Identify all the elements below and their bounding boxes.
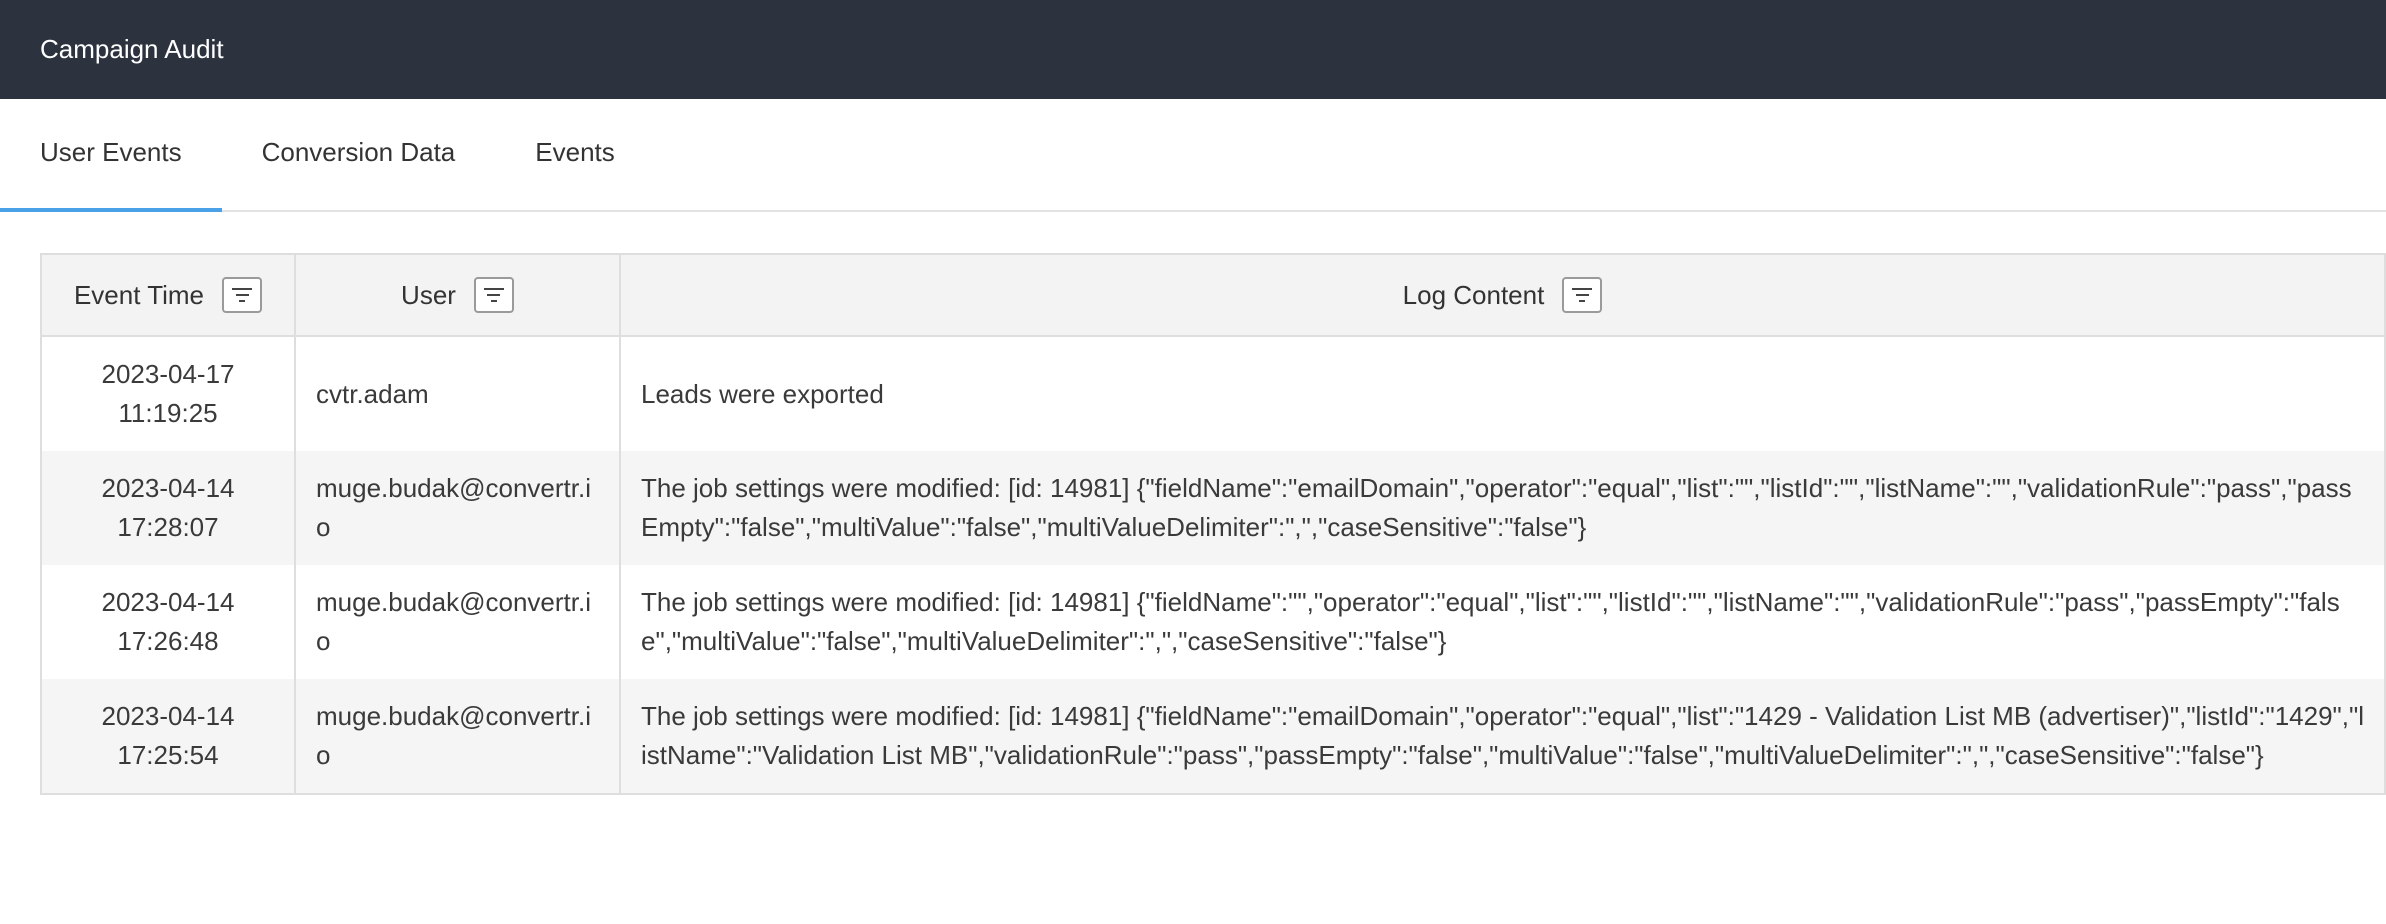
audit-table: Event Time User Log Content 2023-04-17 1…	[40, 253, 2386, 795]
column-header-user: User	[294, 253, 621, 337]
column-label-event-time: Event Time	[73, 279, 205, 310]
event-date: 2023-04-17	[101, 359, 235, 389]
event-date: 2023-04-14	[101, 701, 235, 731]
tab-events[interactable]: Events	[495, 137, 655, 210]
tab-user-events[interactable]: User Events	[0, 137, 222, 212]
table-row: 2023-04-14 17:28:07 muge.budak@convertr.…	[40, 451, 2386, 565]
event-clock: 17:26:48	[117, 626, 219, 656]
log-content-cell: The job settings were modified: [id: 149…	[619, 451, 2386, 565]
table-header-row: Event Time User Log Content	[40, 253, 2386, 337]
column-label-log-content: Log Content	[1402, 279, 1545, 310]
event-clock: 11:19:25	[118, 398, 218, 428]
user-cell: muge.budak@convertr.io	[294, 565, 621, 679]
event-time-cell: 2023-04-14 17:26:48	[40, 565, 296, 679]
app-header: Campaign Audit	[0, 0, 2386, 99]
audit-table-container[interactable]: Event Time User Log Content 2023-04-17 1…	[40, 253, 2386, 924]
tab-bar: User Events Conversion Data Events	[0, 99, 2386, 212]
app-title: Campaign Audit	[40, 34, 224, 64]
filter-icon[interactable]	[222, 277, 263, 313]
user-cell: muge.budak@convertr.io	[294, 451, 621, 565]
event-clock: 17:25:54	[117, 740, 219, 770]
column-label-user: User	[401, 279, 456, 310]
log-content-cell: Leads were exported	[619, 336, 2386, 451]
column-header-log-content: Log Content	[619, 253, 2386, 337]
log-content-cell: The job settings were modified: [id: 149…	[619, 679, 2386, 794]
tab-conversion-data[interactable]: Conversion Data	[222, 137, 496, 210]
user-cell: muge.budak@convertr.io	[294, 679, 621, 794]
event-time-cell: 2023-04-14 17:28:07	[40, 451, 296, 565]
column-header-event-time: Event Time	[40, 253, 296, 337]
table-row: 2023-04-14 17:25:54 muge.budak@convertr.…	[40, 679, 2386, 794]
table-row: 2023-04-17 11:19:25 cvtr.adam Leads were…	[40, 336, 2386, 451]
event-time-cell: 2023-04-14 17:25:54	[40, 679, 296, 794]
event-date: 2023-04-14	[101, 473, 235, 503]
table-row: 2023-04-14 17:26:48 muge.budak@convertr.…	[40, 565, 2386, 679]
filter-icon[interactable]	[1562, 277, 1603, 313]
event-time-cell: 2023-04-17 11:19:25	[40, 336, 296, 451]
user-cell: cvtr.adam	[294, 336, 621, 451]
log-content-cell: The job settings were modified: [id: 149…	[619, 565, 2386, 679]
filter-icon[interactable]	[473, 277, 514, 313]
event-clock: 17:28:07	[117, 512, 219, 542]
event-date: 2023-04-14	[101, 587, 235, 617]
